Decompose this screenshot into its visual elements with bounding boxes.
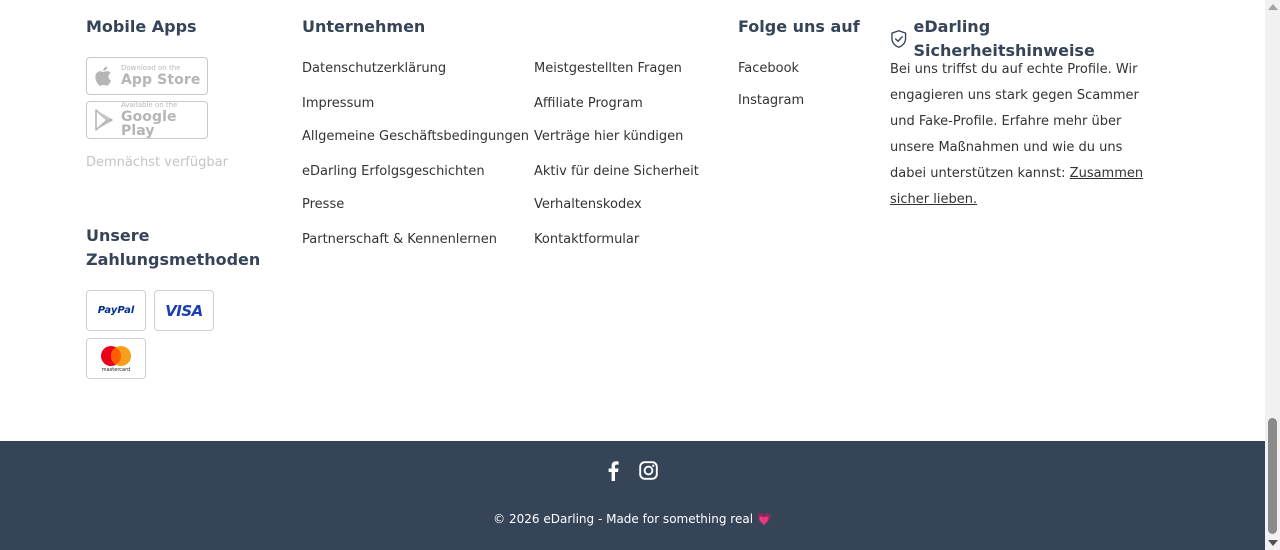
scrollbar-thumb[interactable] [1268, 418, 1277, 534]
app-store-big-text: App Store [121, 72, 201, 88]
link-affiliate[interactable]: Affiliate Program [534, 96, 643, 111]
link-impressum[interactable]: Impressum [302, 96, 374, 111]
company-column: Unternehmen Datenschutzerklärung Impress… [302, 15, 722, 247]
link-facebook[interactable]: Facebook [738, 61, 799, 76]
safety-text: Bei uns triffst du auf echte Profile. Wi… [890, 57, 1160, 213]
safety-heading: eDarling Sicherheitshinweise [913, 17, 1095, 60]
follow-column: Folge uns auf Facebook Instagram [738, 15, 878, 108]
social-icons [0, 461, 1265, 481]
safety-heading-row: eDarling Sicherheitshinweise [890, 15, 1170, 63]
company-heading: Unternehmen [302, 17, 426, 36]
coming-soon-text: Demnächst verfügbar [86, 155, 228, 170]
footer-bottom-bar: © 2026 eDarling - Made for something rea… [0, 441, 1265, 550]
heart-icon: 💗 [756, 512, 772, 526]
mobile-apps-column: Mobile Apps Download on the App Store Av… [86, 15, 276, 170]
follow-heading: Folge uns auf [738, 17, 860, 36]
safety-paragraph: Bei uns triffst du auf echte Profile. Wi… [890, 62, 1139, 181]
link-verhaltenskodex[interactable]: Verhaltenskodex [534, 197, 642, 212]
app-store-small-text: Download on the [121, 64, 181, 72]
link-sicherheit[interactable]: Aktiv für deine Sicherheit [534, 164, 699, 179]
link-kuendigen[interactable]: Verträge hier kündigen [534, 129, 683, 144]
visa-logo: VISA [165, 301, 203, 320]
app-store-badge[interactable]: Download on the App Store [86, 57, 208, 95]
link-datenschutz[interactable]: Datenschutzerklärung [302, 61, 446, 76]
link-kontaktformular[interactable]: Kontaktformular [534, 232, 639, 247]
instagram-icon[interactable] [638, 461, 659, 481]
google-play-big-text: Google Play [121, 109, 177, 139]
mastercard-label: mastercard [101, 367, 131, 373]
scroll-down-arrow-icon[interactable] [1268, 540, 1278, 546]
google-play-icon [95, 109, 113, 131]
mastercard-card: mastercard [86, 338, 146, 379]
payment-methods-heading: Unsere Zahlungsmethoden [86, 224, 276, 272]
paypal-card: PayPal [86, 290, 146, 331]
footer-top: Mobile Apps Download on the App Store Av… [0, 0, 1265, 441]
paypal-logo: PayPal [97, 305, 135, 316]
link-partnerschaft[interactable]: Partnerschaft & Kennenlernen [302, 232, 497, 247]
safety-column: eDarling Sicherheitshinweise Bei uns tri… [890, 15, 1170, 207]
copyright-label: © 2026 eDarling - Made for something rea… [493, 512, 754, 526]
link-instagram[interactable]: Instagram [738, 93, 804, 108]
shield-check-icon [891, 30, 907, 48]
page-scrollbar[interactable] [1265, 0, 1280, 550]
payment-heading-line1: Unsere [86, 226, 150, 245]
mobile-apps-heading: Mobile Apps [86, 17, 197, 36]
copyright-text: © 2026 eDarling - Made for something rea… [0, 512, 1265, 526]
google-play-small-text: Available on the [121, 101, 178, 109]
mastercard-icon [101, 346, 131, 366]
payment-heading-line2: Zahlungsmethoden [86, 250, 261, 269]
link-presse[interactable]: Presse [302, 197, 344, 212]
visa-card: VISA [154, 290, 214, 331]
scroll-up-arrow-icon[interactable] [1268, 4, 1278, 10]
apple-icon [95, 66, 111, 86]
google-play-badge[interactable]: Available on the Google Play [86, 101, 208, 139]
link-faq[interactable]: Meistgestellten Fragen [534, 61, 682, 76]
link-erfolgsgeschichten[interactable]: eDarling Erfolgsgeschichten [302, 164, 485, 179]
facebook-icon[interactable] [607, 461, 621, 481]
link-agb[interactable]: Allgemeine Geschäftsbedingungen [302, 129, 529, 144]
